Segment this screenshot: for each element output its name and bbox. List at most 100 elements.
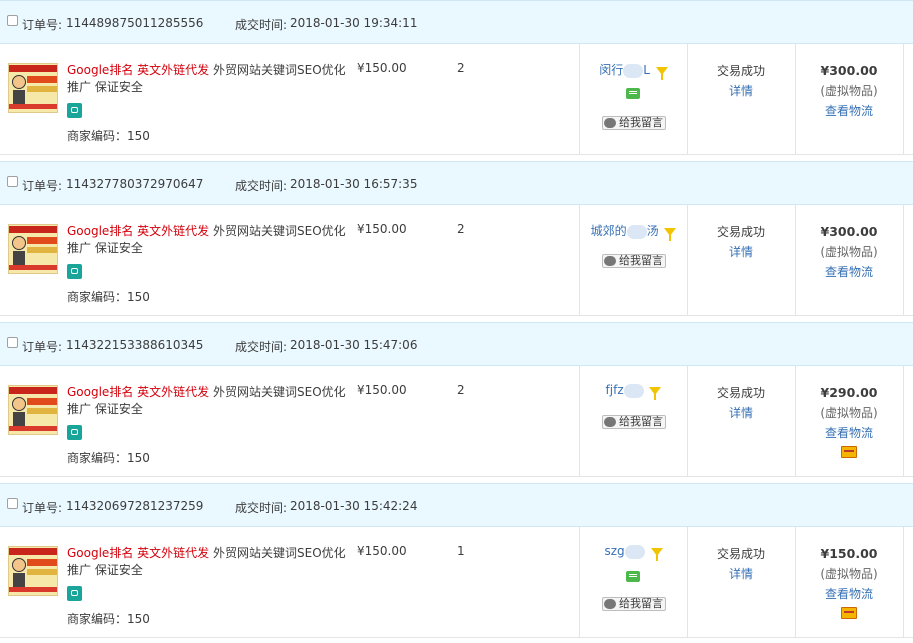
buyer-name-link[interactable]: 城郊的汤 bbox=[580, 222, 687, 241]
order-body: Google排名 英文外链代发 外贸网站关键词SEO优化推广 保证安全 商家编码… bbox=[0, 527, 913, 638]
order-body: Google排名 英文外链代发 外贸网站关键词SEO优化推广 保证安全 商家编码… bbox=[0, 205, 913, 316]
filter-icon[interactable] bbox=[655, 66, 668, 80]
order-checkbox[interactable] bbox=[7, 337, 18, 348]
divider bbox=[903, 44, 904, 155]
service-badge-icon[interactable] bbox=[67, 586, 82, 601]
title-keyword-1: Google排名 bbox=[67, 546, 134, 560]
filter-icon[interactable] bbox=[649, 386, 662, 400]
unit-price: ¥150.00 bbox=[357, 222, 407, 236]
view-logistics-link[interactable]: 查看物流 bbox=[796, 262, 902, 282]
deal-time-label: 成交时间: bbox=[235, 340, 288, 354]
order-header: 订单号: 114320697281237259 成交时间: 2018-01-30… bbox=[0, 483, 913, 527]
status-text: 交易成功 bbox=[716, 547, 765, 561]
product-thumbnail[interactable] bbox=[8, 63, 58, 113]
view-logistics-link[interactable]: 查看物流 bbox=[796, 101, 902, 121]
divider bbox=[903, 205, 904, 316]
product-thumbnail[interactable] bbox=[8, 385, 58, 435]
detail-link[interactable]: 详情 bbox=[688, 242, 794, 262]
buyer-name-link[interactable]: 闵行 L bbox=[580, 61, 687, 80]
merchant-code: 商家编码：150 bbox=[67, 129, 150, 143]
quantity: 2 bbox=[457, 383, 465, 397]
order-checkbox[interactable] bbox=[7, 176, 18, 187]
masked-name bbox=[623, 383, 644, 398]
buyer-name-link[interactable]: szg bbox=[580, 544, 687, 561]
product-thumbnail[interactable] bbox=[8, 224, 58, 274]
chat-icon[interactable] bbox=[626, 88, 640, 99]
deal-time: 2018-01-30 15:47:06 bbox=[290, 338, 418, 352]
total-amount: ¥300.00 bbox=[820, 63, 878, 78]
trade-status: 交易成功 详情 bbox=[688, 544, 794, 584]
virtual-goods-label: (虚拟物品) bbox=[820, 84, 878, 98]
order-row: 订单号: 114327780372970647 成交时间: 2018-01-30… bbox=[0, 161, 913, 322]
message-bubble-icon bbox=[604, 417, 616, 427]
order-body: Google排名 英文外链代发 外贸网站关键词SEO优化推广 保证安全 商家编码… bbox=[0, 366, 913, 477]
trade-status: 交易成功 详情 bbox=[688, 222, 794, 262]
merchant-code: 商家编码：150 bbox=[67, 290, 150, 304]
detail-link[interactable]: 详情 bbox=[688, 564, 794, 584]
product-title-link[interactable]: Google排名 英文外链代发 外贸网站关键词SEO优化推广 保证安全 bbox=[67, 62, 347, 96]
product-thumbnail[interactable] bbox=[8, 546, 58, 596]
deal-time: 2018-01-30 15:42:24 bbox=[290, 499, 418, 513]
title-keyword-1: Google排名 bbox=[67, 385, 134, 399]
order-total: ¥290.00 (虚拟物品) 查看物流 bbox=[796, 383, 902, 464]
order-number: 114322153388610345 bbox=[66, 338, 204, 352]
deal-time-label: 成交时间: bbox=[235, 501, 288, 515]
leave-message-button[interactable]: 给我留言 bbox=[602, 597, 666, 611]
order-total: ¥150.00 (虚拟物品) 查看物流 bbox=[796, 544, 902, 625]
masked-name bbox=[623, 63, 644, 78]
virtual-goods-label: (虚拟物品) bbox=[820, 406, 878, 420]
chat-icon[interactable] bbox=[626, 571, 640, 582]
total-amount: ¥150.00 bbox=[820, 546, 878, 561]
title-keyword-2: 英文外链代发 bbox=[137, 224, 210, 238]
product-title-link[interactable]: Google排名 英文外链代发 外贸网站关键词SEO优化推广 保证安全 bbox=[67, 223, 347, 257]
leave-message-button[interactable]: 给我留言 bbox=[602, 254, 666, 268]
order-row: 订单号: 114489875011285556 成交时间: 2018-01-30… bbox=[0, 0, 913, 161]
view-logistics-link[interactable]: 查看物流 bbox=[796, 423, 902, 443]
view-logistics-link[interactable]: 查看物流 bbox=[796, 584, 902, 604]
payment-card-icon[interactable] bbox=[841, 446, 857, 458]
title-keyword-2: 英文外链代发 bbox=[137, 546, 210, 560]
order-checkbox[interactable] bbox=[7, 15, 18, 26]
divider bbox=[903, 527, 904, 638]
total-amount: ¥300.00 bbox=[820, 224, 878, 239]
divider bbox=[903, 366, 904, 477]
leave-message-button[interactable]: 给我留言 bbox=[602, 116, 666, 130]
order-number: 114327780372970647 bbox=[66, 177, 204, 191]
title-keyword-1: Google排名 bbox=[67, 224, 134, 238]
quantity: 2 bbox=[457, 61, 465, 75]
order-number-label: 订单号: bbox=[22, 501, 63, 515]
buyer-name-link[interactable]: fjfz bbox=[580, 383, 687, 400]
unit-price: ¥150.00 bbox=[357, 61, 407, 75]
deal-time: 2018-01-30 19:34:11 bbox=[290, 16, 418, 30]
order-checkbox[interactable] bbox=[7, 498, 18, 509]
detail-link[interactable]: 详情 bbox=[688, 81, 794, 101]
unit-price: ¥150.00 bbox=[357, 383, 407, 397]
title-keyword-1: Google排名 bbox=[67, 63, 134, 77]
virtual-goods-label: (虚拟物品) bbox=[820, 567, 878, 581]
title-keyword-2: 英文外链代发 bbox=[137, 63, 210, 77]
deal-time-label: 成交时间: bbox=[235, 18, 288, 32]
filter-icon[interactable] bbox=[664, 227, 677, 241]
detail-link[interactable]: 详情 bbox=[688, 403, 794, 423]
service-badge-icon[interactable] bbox=[67, 103, 82, 118]
product-title-link[interactable]: Google排名 英文外链代发 外贸网站关键词SEO优化推广 保证安全 bbox=[67, 384, 347, 418]
order-header: 订单号: 114489875011285556 成交时间: 2018-01-30… bbox=[0, 0, 913, 44]
leave-message-button[interactable]: 给我留言 bbox=[602, 415, 666, 429]
product-title-link[interactable]: Google排名 英文外链代发 外贸网站关键词SEO优化推广 保证安全 bbox=[67, 545, 347, 579]
merchant-code: 商家编码：150 bbox=[67, 451, 150, 465]
service-badge-icon[interactable] bbox=[67, 425, 82, 440]
order-total: ¥300.00 (虚拟物品) 查看物流 bbox=[796, 61, 902, 121]
payment-card-icon[interactable] bbox=[841, 607, 857, 619]
order-body: Google排名 英文外链代发 外贸网站关键词SEO优化推广 保证安全 商家编码… bbox=[0, 44, 913, 155]
title-keyword-2: 英文外链代发 bbox=[137, 385, 210, 399]
quantity: 2 bbox=[457, 222, 465, 236]
merchant-code: 商家编码：150 bbox=[67, 612, 150, 626]
masked-name bbox=[626, 224, 647, 239]
order-number-label: 订单号: bbox=[22, 18, 63, 32]
filter-icon[interactable] bbox=[650, 547, 663, 561]
trade-status: 交易成功 详情 bbox=[688, 383, 794, 423]
message-bubble-icon bbox=[604, 599, 616, 609]
service-badge-icon[interactable] bbox=[67, 264, 82, 279]
order-row: 订单号: 114322153388610345 成交时间: 2018-01-30… bbox=[0, 322, 913, 483]
status-text: 交易成功 bbox=[716, 225, 765, 239]
